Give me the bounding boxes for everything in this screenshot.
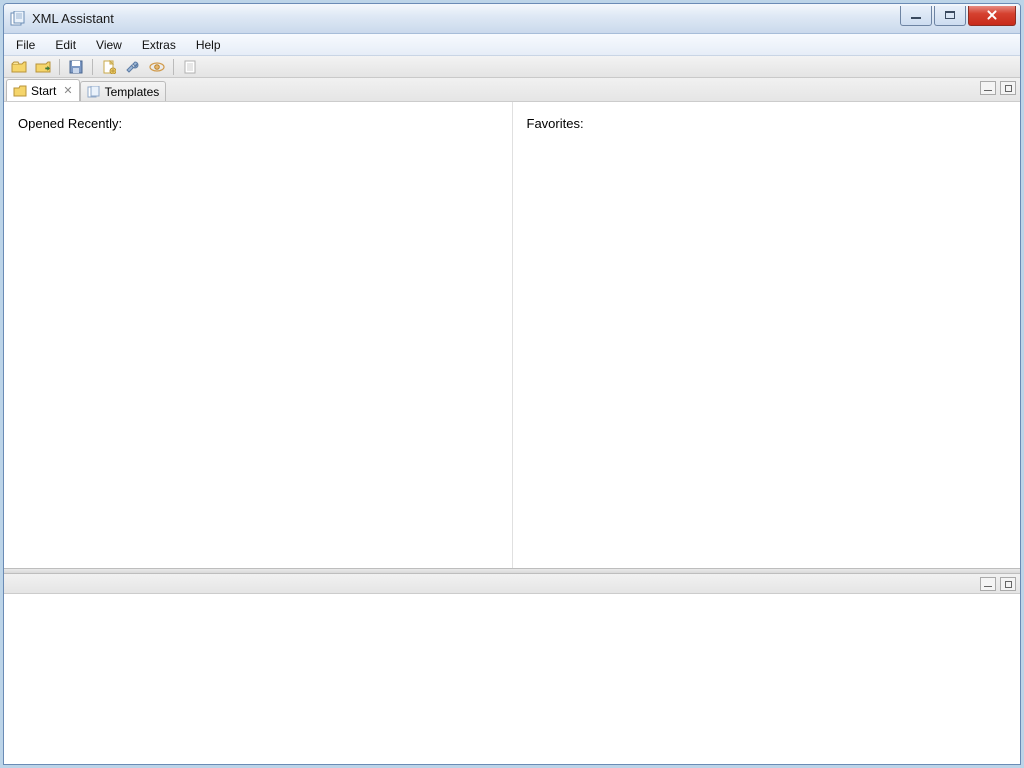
save-icon[interactable]: [65, 57, 87, 77]
tab-templates[interactable]: Templates: [80, 81, 167, 101]
tab-label: Start: [31, 84, 56, 98]
templates-icon: [87, 86, 101, 98]
titlebar: XML Assistant: [4, 4, 1020, 34]
tab-close-icon[interactable]: ✕: [60, 84, 72, 97]
folder-icon: [13, 85, 27, 97]
wrench-icon[interactable]: [122, 57, 144, 77]
favorites-pane: Favorites:: [513, 102, 1021, 568]
menu-edit[interactable]: Edit: [45, 34, 86, 55]
open-folder-icon[interactable]: [8, 57, 30, 77]
window-controls: [898, 6, 1016, 26]
recent-pane: Opened Recently:: [4, 102, 513, 568]
maximize-button[interactable]: [934, 6, 966, 26]
menubar: File Edit View Extras Help: [4, 34, 1020, 56]
maximize-view-icon[interactable]: [1000, 577, 1016, 591]
toolbar-separator: [59, 59, 60, 75]
bottom-tabbar-controls: [980, 577, 1016, 591]
main-area: Opened Recently: Favorites:: [4, 102, 1020, 568]
toolbar-separator: [92, 59, 93, 75]
page-icon[interactable]: [179, 57, 201, 77]
favorites-heading: Favorites:: [527, 116, 1007, 131]
tab-start[interactable]: Start ✕: [6, 79, 80, 101]
menu-view[interactable]: View: [86, 34, 132, 55]
minimize-view-icon[interactable]: [980, 577, 996, 591]
close-button[interactable]: [968, 6, 1016, 26]
tabbar: Start ✕ Templates: [4, 78, 1020, 102]
bottom-content: [4, 594, 1020, 764]
menu-file[interactable]: File: [6, 34, 45, 55]
minimize-view-icon[interactable]: [980, 81, 996, 95]
open-folder-with-arrow-icon[interactable]: [32, 57, 54, 77]
recent-heading: Opened Recently:: [18, 116, 498, 131]
bottom-tabbar: [4, 574, 1020, 594]
toolbar: [4, 56, 1020, 78]
app-icon: [10, 11, 26, 27]
app-window: XML Assistant File Edit View Extras Help: [3, 3, 1021, 765]
menu-help[interactable]: Help: [186, 34, 231, 55]
tabbar-controls: [980, 81, 1016, 95]
toolbar-separator: [173, 59, 174, 75]
bottom-panel: [4, 574, 1020, 764]
menu-extras[interactable]: Extras: [132, 34, 186, 55]
maximize-view-icon[interactable]: [1000, 81, 1016, 95]
new-document-icon[interactable]: [98, 57, 120, 77]
window-title: XML Assistant: [32, 11, 898, 26]
tab-label: Templates: [105, 85, 160, 99]
minimize-button[interactable]: [900, 6, 932, 26]
eye-icon[interactable]: [146, 57, 168, 77]
